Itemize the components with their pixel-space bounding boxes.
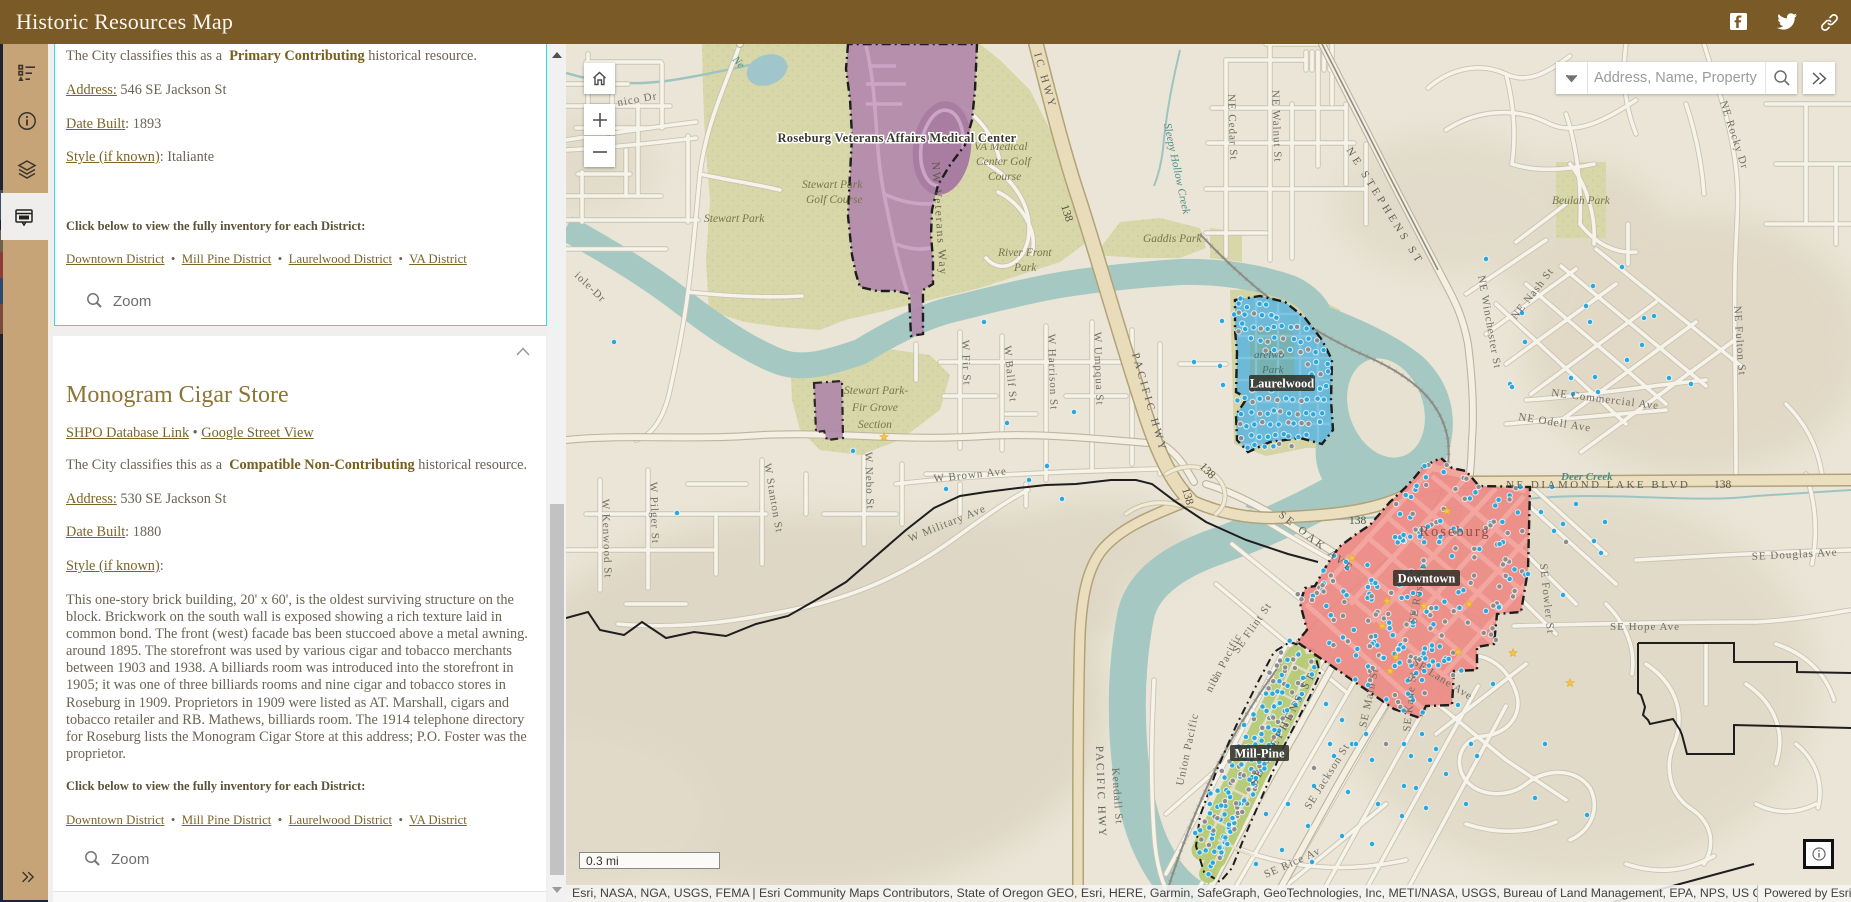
svg-text:Course: Course: [988, 171, 1021, 183]
svg-text:Stewart Park: Stewart Park: [802, 179, 863, 191]
svg-text:Downtown: Downtown: [1398, 572, 1456, 586]
svg-text:Roseburg: Roseburg: [1419, 524, 1490, 540]
svg-text:NE Cedar St: NE Cedar St: [1225, 94, 1239, 161]
svg-text:Golf Course: Golf Course: [806, 194, 863, 206]
svg-text:Deer Creek: Deer Creek: [1560, 471, 1613, 483]
svg-text:arelwo: arelwo: [1254, 349, 1285, 361]
svg-text:138: 138: [1714, 479, 1732, 491]
svg-text:Stewart Park-: Stewart Park-: [844, 385, 908, 397]
svg-text:Park: Park: [1013, 262, 1037, 274]
svg-text:Roseburg Veterans Affairs Medi: Roseburg Veterans Affairs Medical Center: [777, 131, 1016, 145]
svg-text:Stewart Park: Stewart Park: [704, 213, 765, 225]
svg-text:W Pilger St: W Pilger St: [647, 482, 661, 545]
svg-text:Gaddis Park: Gaddis Park: [1143, 233, 1202, 245]
svg-text:W Fir St: W Fir St: [959, 340, 973, 386]
svg-text:138: 138: [1349, 515, 1367, 527]
svg-text:Park: Park: [1261, 364, 1285, 376]
svg-text:Mill-Pine: Mill-Pine: [1235, 747, 1285, 761]
svg-text:NE Walnut St: NE Walnut St: [1269, 90, 1284, 163]
svg-text:Fir Grove: Fir Grove: [851, 402, 898, 414]
svg-text:Laurelwood: Laurelwood: [1250, 377, 1314, 391]
svg-text:W Nebo St: W Nebo St: [862, 452, 876, 510]
svg-text:SE Hope Ave: SE Hope Ave: [1610, 621, 1680, 633]
svg-text:River Front: River Front: [997, 247, 1052, 259]
svg-text:Section: Section: [858, 419, 892, 431]
svg-text:Beulah Park: Beulah Park: [1552, 195, 1611, 207]
svg-text:Center Golf: Center Golf: [976, 156, 1032, 168]
